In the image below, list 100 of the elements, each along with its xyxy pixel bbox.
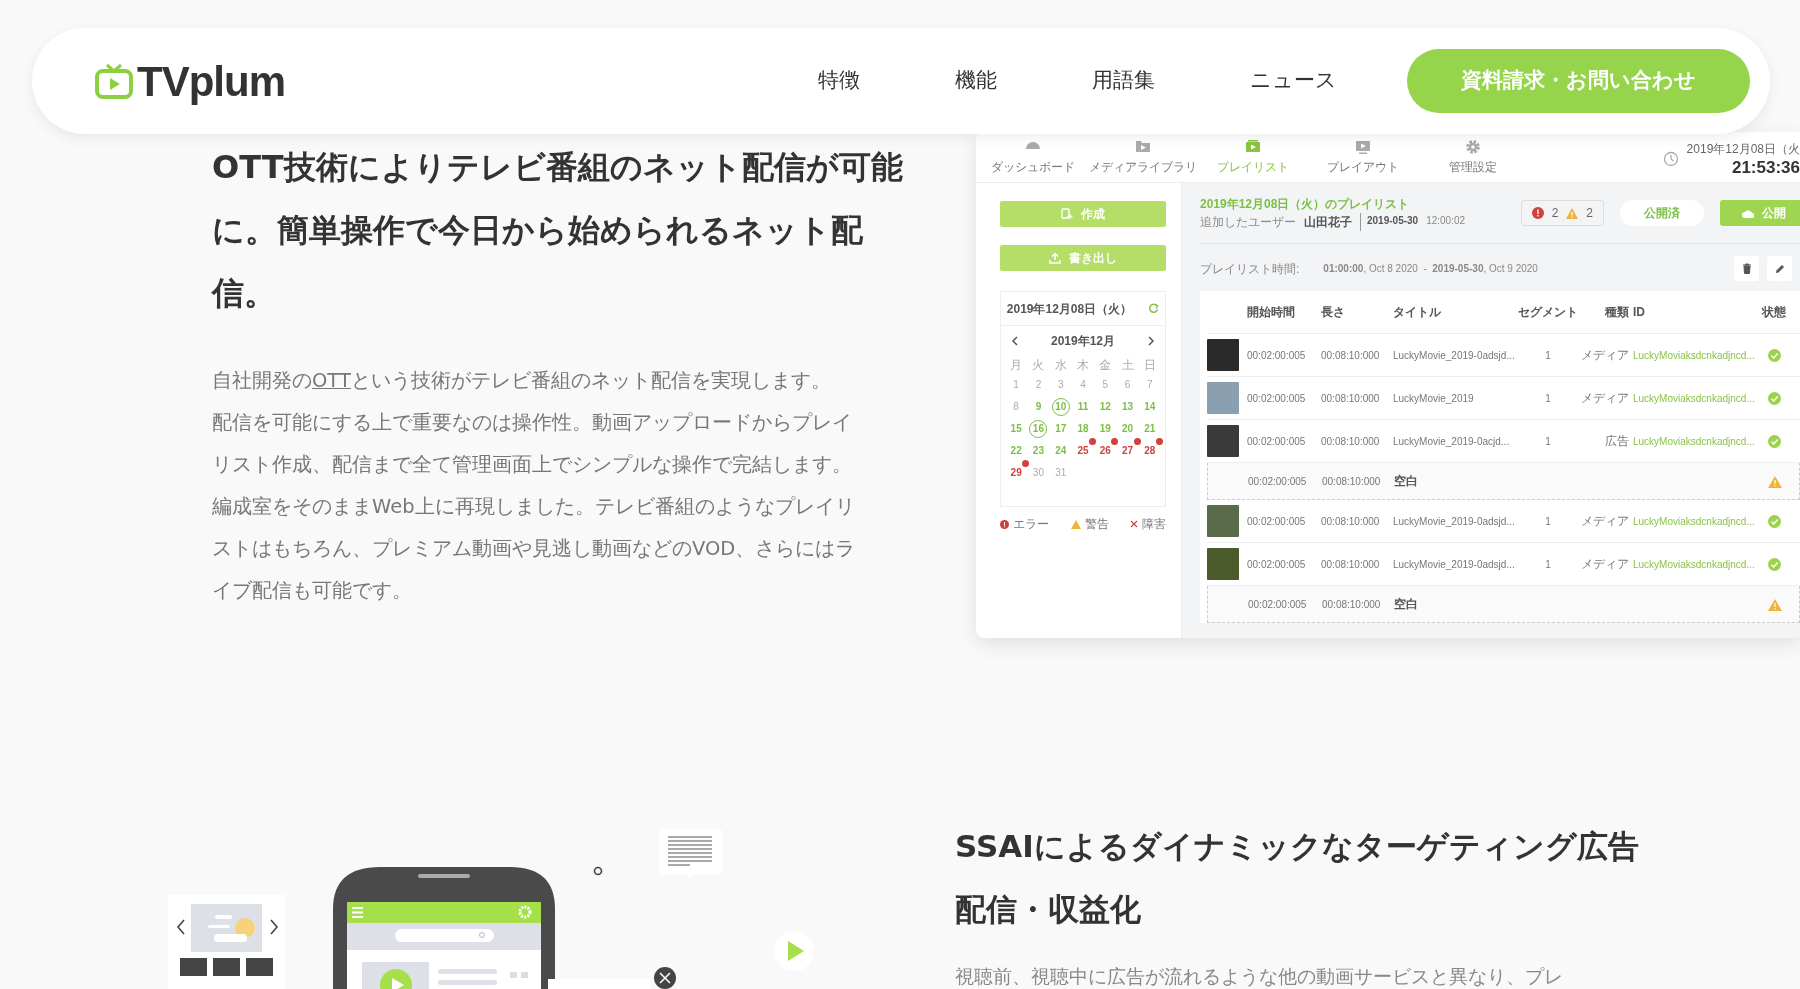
table-cell: メディア <box>1581 514 1629 528</box>
settings-icon <box>1464 138 1482 154</box>
cloud-icon <box>1742 208 1754 218</box>
column-header: 開始時間 <box>1247 304 1296 321</box>
calendar-day[interactable]: 25 <box>1074 442 1092 460</box>
calendar-day[interactable]: 3 <box>1051 376 1070 394</box>
ott-link[interactable]: OTT <box>312 369 351 392</box>
calendar-day[interactable]: 29 <box>1007 464 1026 482</box>
delete-button[interactable] <box>1734 256 1759 281</box>
section-heading: SSAIによるダイナミックなターゲティング広告配信・収益化 <box>955 827 1640 929</box>
calendar-day[interactable]: 21 <box>1140 420 1159 438</box>
calendar-day[interactable]: 28 <box>1140 442 1159 460</box>
pencil-icon <box>1774 263 1785 274</box>
edit-button[interactable] <box>1767 256 1792 281</box>
error-dot-icon <box>1089 438 1096 445</box>
warning-icon <box>1566 207 1579 219</box>
upload-icon <box>1049 252 1061 264</box>
table-cell-text: 00:02:00:005 <box>1247 434 1307 449</box>
weekday-label: 月 <box>1009 357 1024 372</box>
table-cell: 1 <box>1545 393 1551 404</box>
calendar-day[interactable]: 14 <box>1140 398 1159 416</box>
calendar-day[interactable]: 17 <box>1051 420 1070 438</box>
calendar-day[interactable]: 26 <box>1096 442 1115 460</box>
calendar-day[interactable]: 8 <box>1007 398 1026 416</box>
error-dot-icon <box>1155 438 1163 445</box>
published-button[interactable]: 公開済 <box>1620 200 1704 226</box>
table-cell-text: 00:02:00:005 <box>1247 348 1307 363</box>
table-cell-text: LuckyMovie_2019-0acjd... <box>1393 434 1511 449</box>
calendar-day[interactable]: 18 <box>1074 420 1092 438</box>
calendar-day[interactable]: 15 <box>1007 420 1026 438</box>
intro-paragraph: 自社開発のOTTという技術がテレビ番組のネット配信を実現します。 <box>212 368 832 394</box>
sidebar-button[interactable]: 作成 <box>1000 201 1166 227</box>
calendar-day[interactable]: 6 <box>1118 376 1137 394</box>
weekday-label: 火 <box>1031 357 1046 372</box>
calendar-day[interactable]: 11 <box>1074 398 1092 416</box>
monitor-icon <box>1354 138 1372 154</box>
table-cell-text: 00:08:10:000 <box>1322 597 1382 612</box>
calendar-day[interactable]: 23 <box>1029 442 1048 460</box>
calendar-day[interactable]: 12 <box>1096 398 1115 416</box>
app-tab[interactable]: 管理設定 <box>1418 132 1528 182</box>
media-id-link[interactable]: LuckyMoviaksdcnkadjncd... <box>1633 559 1755 570</box>
legend-label: 障害 <box>1142 516 1166 533</box>
media-id-link[interactable]: LuckyMoviaksdcnkadjncd... <box>1633 516 1755 527</box>
app-tab[interactable]: メディアライブラリ <box>1088 132 1198 182</box>
table-cell-text: 00:08:10:000 <box>1321 434 1381 449</box>
column-header: 状態 <box>1760 304 1787 321</box>
cross-icon <box>1130 520 1138 528</box>
sidebar-button[interactable]: 書き出し <box>1000 245 1166 271</box>
logo[interactable]: TVplum <box>137 49 285 113</box>
weekday-label: 金 <box>1098 357 1113 372</box>
table-cell: 1 <box>1545 436 1551 447</box>
table-cell-text: 00:08:10:000 <box>1321 557 1381 572</box>
table-cell-text: 00:08:10:000 <box>1321 514 1381 529</box>
error-icon <box>1000 519 1009 529</box>
warning-icon <box>1070 519 1081 529</box>
calendar-day[interactable]: 1 <box>1007 376 1026 394</box>
intro-paragraph: 配信を可能にする上で重要なのは操作性。動画アップロードからプレイリスト作成、配信まで全て管理画面上でシンプルな操作で完結します。編成室をそのままWeb上に再現しました。テレビ番組のようなプレイリストはもちろん、プレミアム動画や見逃し動画などのVOD、さらにはライブ配信も可能です。 <box>212 410 857 604</box>
calendar-day[interactable]: 27 <box>1118 442 1137 460</box>
calendar-day[interactable]: 22 <box>1007 442 1026 460</box>
publish-button[interactable]: 公開 <box>1720 200 1800 226</box>
media-id-link[interactable]: LuckyMoviaksdcnkadjncd... <box>1633 393 1755 404</box>
nav-link[interactable]: ニュース <box>1250 65 1337 97</box>
calendar-day[interactable]: 19 <box>1096 420 1115 438</box>
close-icon[interactable] <box>654 967 676 989</box>
calendar-day[interactable]: 31 <box>1051 464 1070 482</box>
calendar-month: 2019年12月 <box>1050 333 1115 350</box>
error-dot-icon <box>1022 460 1030 467</box>
app-tab[interactable]: ダッシュボード <box>978 132 1088 182</box>
small-circle-icon <box>593 866 603 876</box>
calendar-day[interactable]: 20 <box>1118 420 1137 438</box>
nav-link[interactable]: 用語集 <box>1092 65 1155 97</box>
section-paragraph: 視聴前、視聴中に広告が流れるような他の動画サービスと異なり、プレ <box>955 964 1564 989</box>
media-id-link[interactable]: LuckyMoviaksdcnkadjncd... <box>1633 350 1755 361</box>
table-cell-text: 00:08:10:000 <box>1322 474 1382 489</box>
contact-button[interactable]: 資料請求・お問い合わせ <box>1407 49 1750 113</box>
next-month-icon[interactable] <box>1147 336 1155 346</box>
calendar-day[interactable]: 30 <box>1029 464 1048 482</box>
error-dot-icon <box>1111 438 1119 445</box>
error-count: 2 <box>1551 205 1559 222</box>
nav-link[interactable]: 特徴 <box>818 65 860 97</box>
app-tab[interactable]: プレイアウト <box>1308 132 1418 182</box>
table-cell-text: LuckyMovie_2019-0adsjd... <box>1393 514 1516 529</box>
trash-icon <box>1741 263 1752 274</box>
add-file-icon <box>1061 208 1073 220</box>
media-id-link[interactable]: LuckyMoviaksdcnkadjncd... <box>1633 436 1755 447</box>
nav-link[interactable]: 機能 <box>955 65 997 97</box>
calendar-day[interactable]: 9 <box>1029 398 1048 416</box>
clock-icon <box>1662 151 1679 167</box>
calendar-day[interactable]: 13 <box>1118 398 1137 416</box>
calendar-day[interactable]: 2 <box>1029 376 1048 394</box>
previous-month-icon[interactable] <box>1011 336 1019 346</box>
calendar-day[interactable]: 5 <box>1096 376 1115 394</box>
table-cell-text: 空白 <box>1394 473 1419 490</box>
app-tab[interactable]: プレイリスト <box>1198 132 1308 182</box>
calendar-day[interactable]: 7 <box>1140 376 1159 394</box>
legend-label: エラー <box>1013 516 1049 533</box>
table-cell: 1 <box>1545 559 1551 570</box>
table-cell-text: 00:08:10:000 <box>1321 348 1381 363</box>
calendar-day[interactable]: 4 <box>1074 376 1092 394</box>
calendar-day[interactable]: 24 <box>1051 442 1070 460</box>
